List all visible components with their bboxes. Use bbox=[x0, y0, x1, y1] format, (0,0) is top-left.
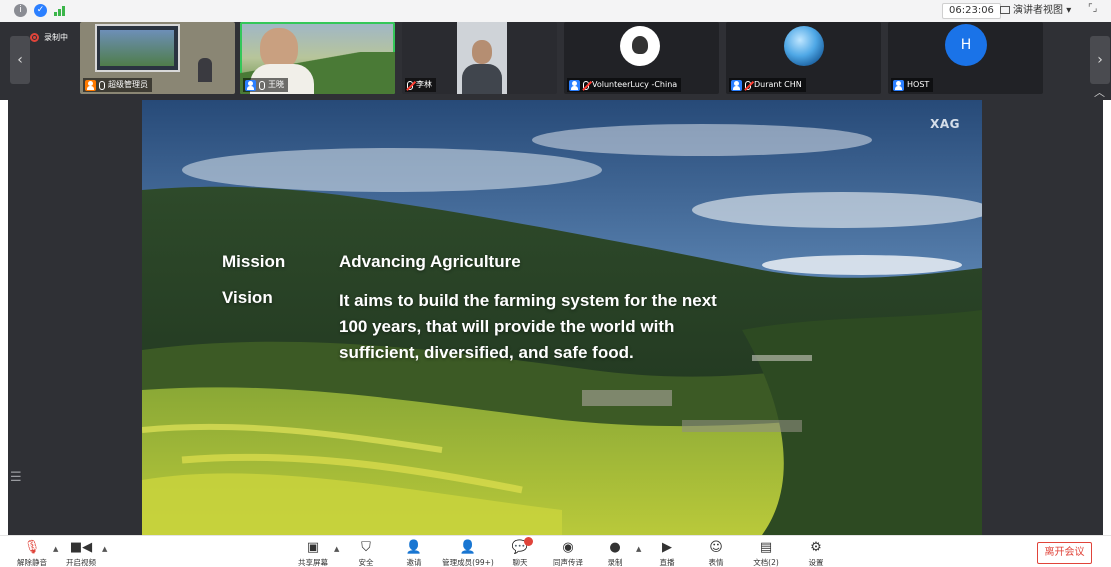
mic-icon bbox=[259, 80, 265, 90]
mic-icon bbox=[99, 80, 105, 90]
cohost-badge-icon bbox=[893, 79, 904, 91]
cohost-badge-icon bbox=[569, 79, 580, 91]
info-icon[interactable]: i bbox=[14, 4, 27, 17]
presentation-slide: XAG Mission Advancing Agriculture Vision… bbox=[142, 100, 982, 535]
settings-label: 设置 bbox=[808, 558, 824, 567]
network-signal-icon[interactable] bbox=[54, 6, 66, 16]
participant-name-tag: 李林 bbox=[405, 78, 436, 92]
fullscreen-icon[interactable]: ⌜⌟ bbox=[1088, 3, 1097, 14]
vision-line: 100 years, that will provide the world w… bbox=[339, 317, 675, 336]
participant-name: Durant CHN bbox=[754, 80, 802, 89]
vision-label: Vision bbox=[222, 288, 273, 307]
record-label: 录制 bbox=[607, 558, 623, 567]
collapse-strip-icon[interactable]: ︿ bbox=[1094, 84, 1105, 100]
participant-tile[interactable]: 超级管理员 bbox=[80, 22, 235, 94]
participant-strip: ‹ › ︿ 录制中 超级管理员 王晓 李林 VolunteerLucy -Chi… bbox=[0, 22, 1111, 100]
slide-logo: XAG bbox=[930, 117, 960, 131]
participant-body bbox=[462, 64, 502, 94]
chevron-right-icon: › bbox=[1097, 52, 1103, 68]
participant-name: 李林 bbox=[416, 80, 432, 89]
participant-name: HOST bbox=[907, 80, 930, 89]
projected-content bbox=[100, 30, 174, 66]
invite-button[interactable]: 👤 邀请 bbox=[384, 540, 444, 567]
participant-name: VolunteerLucy -China bbox=[592, 80, 678, 89]
speaker-figure bbox=[198, 58, 212, 82]
avatar bbox=[784, 26, 824, 66]
video-options-caret[interactable]: ▲ bbox=[102, 545, 107, 553]
chat-label: 聊天 bbox=[512, 558, 528, 567]
participant-tile[interactable]: Durant CHN bbox=[726, 22, 881, 94]
view-mode-dropdown[interactable]: 演讲者视图 ▾ bbox=[1000, 3, 1071, 19]
share-screen-label: 共享屏幕 bbox=[298, 558, 328, 567]
settings-button[interactable]: ⚙ 设置 bbox=[786, 540, 846, 567]
chevron-down-icon: ▾ bbox=[1066, 5, 1072, 16]
participant-name-tag: 超级管理员 bbox=[83, 78, 152, 92]
participant-tile[interactable]: 王晓 bbox=[240, 22, 395, 94]
avatar: H bbox=[945, 24, 987, 66]
avatar-image-icon bbox=[632, 36, 648, 54]
members-icon: 👤 bbox=[459, 540, 477, 555]
grid-view-icon bbox=[1000, 6, 1010, 14]
documents-label: 文档(2) bbox=[753, 558, 779, 567]
cohost-badge-icon bbox=[731, 79, 742, 91]
unmute-label: 解除静音 bbox=[17, 558, 47, 567]
host-badge-icon bbox=[85, 79, 96, 91]
start-video-label: 开启视频 bbox=[66, 558, 96, 567]
chat-unread-badge bbox=[524, 537, 533, 546]
mic-muted-icon bbox=[407, 80, 413, 90]
participant-tile[interactable]: 李林 bbox=[402, 22, 557, 94]
list-icon[interactable]: ☰ bbox=[10, 470, 22, 485]
mission-label: Mission bbox=[222, 252, 286, 271]
shared-screen-stage: XAG Mission Advancing Agriculture Vision… bbox=[8, 100, 1103, 535]
add-user-icon: 👤 bbox=[405, 540, 423, 555]
chevron-left-icon: ‹ bbox=[17, 52, 23, 68]
bottom-toolbar: 🎙 解除静音 ▲ ■◀ 开启视频 ▲ ▣ 共享屏幕 ▲ ⛉ 安全 👤 邀请 👤 … bbox=[0, 535, 1111, 567]
manage-members-button[interactable]: 👤 管理成员(99+) bbox=[438, 540, 498, 567]
strip-next-button[interactable]: › bbox=[1090, 36, 1110, 84]
interpretation-label: 同声传译 bbox=[553, 558, 583, 567]
vision-text: It aims to build the farming system for … bbox=[339, 288, 779, 366]
recording-indicator: 录制中 bbox=[30, 32, 68, 43]
mic-muted-icon bbox=[583, 80, 589, 90]
meeting-timer: 06:23:06 bbox=[942, 3, 1001, 19]
meeting-window: i ✓ 06:23:06 演讲者视图 ▾ ⌜⌟ ‹ › ︿ 录制中 超级管理员 bbox=[0, 0, 1111, 567]
participant-tile[interactable]: VolunteerLucy -China bbox=[564, 22, 719, 94]
participant-name-tag: Durant CHN bbox=[729, 78, 806, 92]
view-mode-label: 演讲者视图 bbox=[1013, 5, 1063, 16]
recording-label: 录制中 bbox=[44, 33, 68, 42]
leave-meeting-button[interactable]: 离开会议 bbox=[1037, 542, 1092, 564]
security-label: 安全 bbox=[358, 558, 374, 567]
strip-prev-button[interactable]: ‹ bbox=[10, 36, 30, 84]
record-dot-icon bbox=[30, 33, 39, 42]
cohost-badge-icon bbox=[245, 79, 256, 91]
participant-name: 超级管理员 bbox=[108, 80, 148, 89]
participant-face bbox=[472, 40, 492, 64]
shield-icon[interactable]: ✓ bbox=[34, 4, 47, 17]
participant-name-tag: VolunteerLucy -China bbox=[567, 78, 682, 92]
reactions-label: 表情 bbox=[708, 558, 724, 567]
participant-name-tag: HOST bbox=[891, 78, 934, 92]
gear-icon: ⚙ bbox=[810, 540, 822, 555]
vision-line: sufficient, diversified, and safe food. bbox=[339, 343, 634, 362]
manage-members-label: 管理成员(99+) bbox=[442, 558, 494, 567]
vision-line: It aims to build the farming system for … bbox=[339, 291, 717, 310]
live-label: 直播 bbox=[659, 558, 675, 567]
participant-name: 王晓 bbox=[268, 80, 284, 89]
participant-name-tag: 王晓 bbox=[243, 78, 288, 92]
mission-text: Advancing Agriculture bbox=[339, 252, 521, 271]
top-status-bar: i ✓ 06:23:06 演讲者视图 ▾ ⌜⌟ bbox=[0, 0, 1111, 22]
participant-tile[interactable]: H HOST bbox=[888, 22, 1043, 94]
invite-label: 邀请 bbox=[406, 558, 422, 567]
mic-muted-icon bbox=[745, 80, 751, 90]
